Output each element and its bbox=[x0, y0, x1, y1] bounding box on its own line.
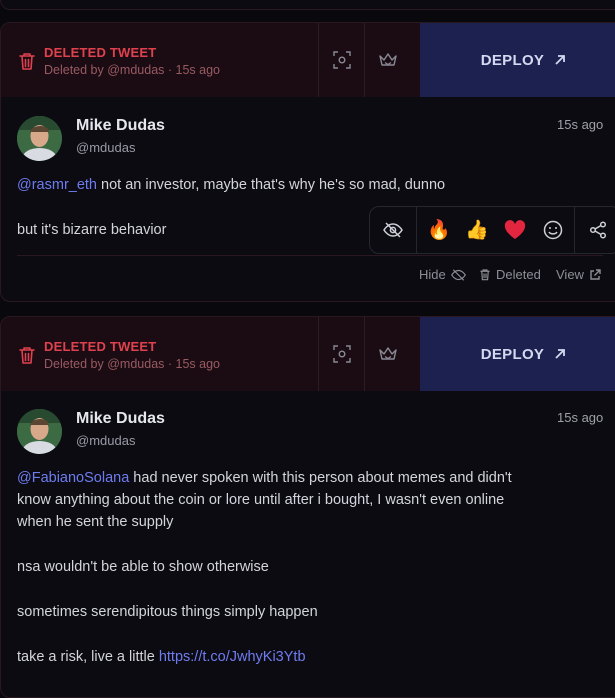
scan-icon bbox=[333, 345, 351, 363]
tweet-text-line: take a risk, live a little https://t.co/… bbox=[17, 646, 306, 669]
eye-off-icon bbox=[450, 268, 466, 281]
view-label: View bbox=[556, 267, 584, 282]
tweet-card: DELETED TWEET Deleted by @mdudas · 15s a… bbox=[0, 22, 615, 302]
scan-button[interactable] bbox=[318, 317, 365, 391]
author-name[interactable]: Mike Dudas bbox=[76, 117, 165, 135]
tweet-text-line: when he sent the supply bbox=[17, 514, 174, 530]
deploy-button[interactable]: DEPLOY bbox=[420, 23, 615, 97]
share-button[interactable] bbox=[574, 207, 615, 253]
fire-reaction-button[interactable]: 🔥 bbox=[422, 207, 456, 253]
tweet-text-line: sometimes serendipitous things simply ha… bbox=[17, 604, 318, 620]
scan-icon bbox=[333, 51, 351, 69]
deleted-title: DELETED TWEET bbox=[44, 339, 157, 354]
thumbs-up-emoji: 👍 bbox=[465, 220, 489, 241]
deleted-subtitle: Deleted by @mdudas · 15s ago bbox=[44, 357, 220, 371]
mention-link[interactable]: @rasmr_eth bbox=[17, 177, 97, 193]
heart-reaction-button[interactable] bbox=[498, 207, 532, 253]
hide-reaction-button[interactable] bbox=[370, 207, 417, 253]
deleted-banner: DELETED TWEET Deleted by @mdudas · 15s a… bbox=[1, 23, 615, 97]
smiley-icon bbox=[543, 220, 563, 240]
tweet-text-line: but it's bizarre behavior bbox=[17, 222, 167, 238]
deleted-banner: DELETED TWEET Deleted by @mdudas · 15s a… bbox=[1, 317, 615, 391]
author-name[interactable]: Mike Dudas bbox=[76, 410, 165, 428]
timestamp: 15s ago bbox=[557, 117, 604, 132]
deleted-label: Deleted bbox=[496, 267, 541, 282]
deleted-title: DELETED TWEET bbox=[44, 45, 157, 60]
divider bbox=[17, 255, 603, 256]
add-reaction-button[interactable] bbox=[536, 207, 570, 253]
avatar-image bbox=[17, 409, 62, 454]
previous-card bbox=[0, 0, 615, 10]
scan-button[interactable] bbox=[318, 23, 365, 97]
avatar[interactable] bbox=[17, 116, 62, 161]
author-handle[interactable]: @mdudas bbox=[76, 140, 135, 155]
crown-icon bbox=[379, 347, 397, 360]
hide-action[interactable]: Hide bbox=[419, 267, 466, 282]
trash-icon bbox=[480, 269, 490, 281]
tweet-text: had never spoken with this person about … bbox=[129, 470, 512, 486]
arrow-up-right-icon bbox=[555, 55, 566, 65]
tweet-text-line: nsa wouldn't be able to show otherwise bbox=[17, 559, 269, 575]
deploy-button[interactable]: DEPLOY bbox=[420, 317, 615, 391]
tweet-card: DELETED TWEET Deleted by @mdudas · 15s a… bbox=[0, 316, 615, 698]
trash-icon bbox=[19, 53, 35, 70]
avatar-image bbox=[17, 116, 62, 161]
mention-link[interactable]: @FabianoSolana bbox=[17, 470, 129, 486]
reaction-bar: 🔥 👍 bbox=[369, 206, 615, 254]
share-icon bbox=[589, 221, 607, 239]
crown-button[interactable] bbox=[364, 317, 411, 391]
tweet-text: not an investor, maybe that's why he's s… bbox=[97, 177, 446, 193]
deleted-subtitle: Deleted by @mdudas · 15s ago bbox=[44, 63, 220, 77]
avatar[interactable] bbox=[17, 409, 62, 454]
deleted-action[interactable]: Deleted bbox=[479, 267, 541, 282]
crown-icon bbox=[379, 53, 397, 66]
heart-icon bbox=[504, 220, 526, 239]
author-handle[interactable]: @mdudas bbox=[76, 433, 135, 448]
tweet-text-line: @rasmr_eth not an investor, maybe that's… bbox=[17, 174, 445, 197]
external-link-icon bbox=[590, 268, 601, 280]
tweet-text-line: @FabianoSolana had never spoken with thi… bbox=[17, 467, 512, 490]
fire-emoji: 🔥 bbox=[427, 220, 451, 241]
view-action[interactable]: View bbox=[556, 267, 601, 282]
hide-label: Hide bbox=[419, 267, 446, 282]
arrow-up-right-icon bbox=[555, 349, 566, 359]
thumbs-up-reaction-button[interactable]: 👍 bbox=[460, 207, 494, 253]
crown-button[interactable] bbox=[364, 23, 411, 97]
eye-off-icon bbox=[383, 222, 403, 238]
trash-icon bbox=[19, 347, 35, 364]
tweet-text: take a risk, live a little bbox=[17, 649, 159, 665]
deploy-label: DEPLOY bbox=[480, 51, 545, 69]
tweet-text-line: know anything about the coin or lore unt… bbox=[17, 492, 505, 508]
timestamp: 15s ago bbox=[557, 410, 604, 425]
deploy-label: DEPLOY bbox=[480, 345, 545, 363]
tweet-url-link[interactable]: https://t.co/JwhyKi3Ytb bbox=[159, 649, 306, 665]
